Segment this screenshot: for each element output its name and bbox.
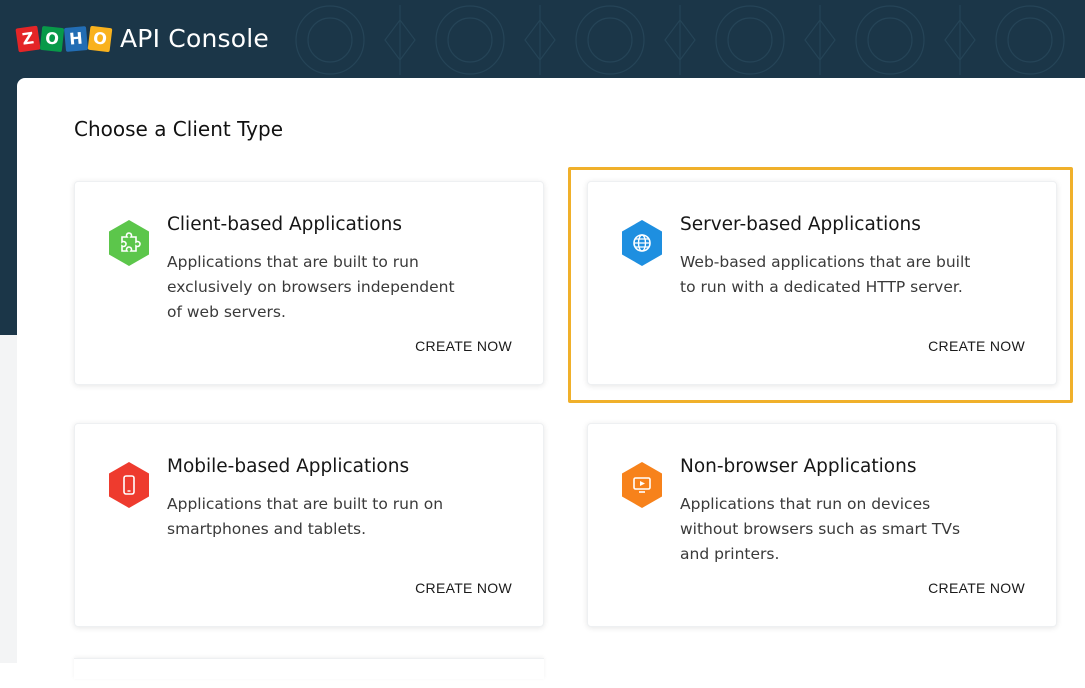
globe-icon — [622, 220, 662, 266]
non-browser-card[interactable]: Non-browser Applications Applications th… — [587, 423, 1057, 627]
card-description: Applications that are built to run on sm… — [167, 495, 444, 538]
logo-letter: H — [63, 25, 89, 52]
create-now-button[interactable]: CREATE NOW — [928, 580, 1025, 596]
tv-icon — [622, 462, 662, 508]
brand[interactable]: Z O H O API Console — [15, 24, 269, 53]
server-based-card[interactable]: Server-based Applications Web-based appl… — [587, 181, 1057, 385]
page-title: Choose a Client Type — [74, 117, 284, 141]
app-title: API Console — [120, 24, 269, 53]
card-description: Applications that are built to run exclu… — [167, 253, 455, 321]
card-title: Mobile-based Applications — [167, 456, 410, 477]
next-card-edge — [74, 658, 544, 679]
card-description: Web-based applications that are built to… — [680, 253, 971, 296]
logo-letter: O — [39, 25, 65, 52]
card-description: Applications that run on devices without… — [680, 495, 961, 563]
page-margin — [0, 335, 17, 663]
card-title: Client-based Applications — [167, 214, 402, 235]
zoho-logo: Z O H O — [15, 25, 113, 52]
card-title: Non-browser Applications — [680, 456, 917, 477]
client-based-card[interactable]: Client-based Applications Applications t… — [74, 181, 544, 385]
puzzle-icon — [109, 220, 149, 266]
mobile-based-card[interactable]: Mobile-based Applications Applications t… — [74, 423, 544, 627]
logo-letter: O — [87, 25, 113, 52]
create-now-button[interactable]: CREATE NOW — [928, 338, 1025, 354]
card-title: Server-based Applications — [680, 214, 921, 235]
create-now-button[interactable]: CREATE NOW — [415, 338, 512, 354]
create-now-button[interactable]: CREATE NOW — [415, 580, 512, 596]
smartphone-icon — [109, 462, 149, 508]
logo-letter: Z — [15, 25, 41, 52]
